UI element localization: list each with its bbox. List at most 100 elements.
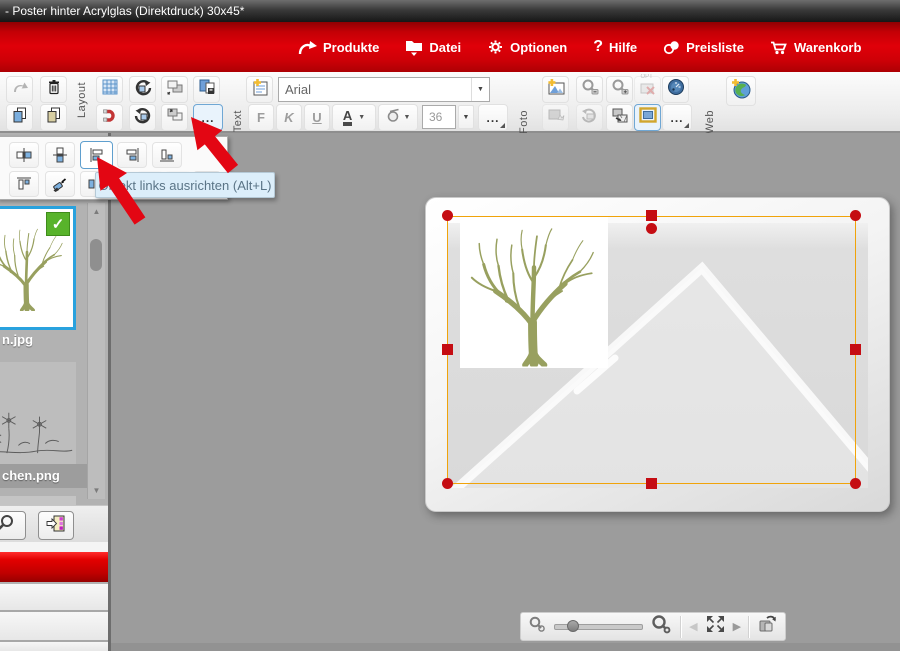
rotate-right-button[interactable] <box>129 104 156 131</box>
foto-more-button[interactable]: ... <box>662 104 692 131</box>
rotate-left-icon <box>134 78 152 101</box>
photo-frame-button[interactable] <box>634 104 661 131</box>
canvas-bottom-strip <box>111 643 900 651</box>
add-text-button[interactable] <box>246 76 273 103</box>
import-to-palette-button[interactable] <box>38 511 74 540</box>
sidebar-red-panel[interactable] <box>0 552 108 582</box>
fill-color-icon <box>386 108 401 128</box>
align-right-button[interactable] <box>117 142 147 168</box>
photo-gauge-button[interactable] <box>662 76 689 103</box>
selection-handle-s[interactable] <box>646 478 657 489</box>
selection-handle-w[interactable] <box>442 344 453 355</box>
chevron-down-icon[interactable]: ▼ <box>404 114 411 121</box>
selection-handle-ne[interactable] <box>850 210 861 221</box>
align-left-button[interactable] <box>80 141 113 169</box>
sidebar-panel-row <box>0 642 108 651</box>
photo-rotate-button[interactable] <box>576 104 603 131</box>
gear-icon <box>487 39 504 55</box>
scroll-up-icon[interactable]: ▲ <box>90 207 103 216</box>
add-photo-icon <box>546 78 566 101</box>
selection-handle-sw[interactable] <box>442 478 453 489</box>
rotation-handle[interactable] <box>646 223 657 234</box>
font-family-combo[interactable]: Arial ▼ <box>278 77 490 102</box>
file-name-1: n.jpg <box>2 332 33 347</box>
align-top-button[interactable] <box>9 171 39 197</box>
menu-label: Preisliste <box>686 40 744 55</box>
menu-produkte[interactable]: Produkte <box>298 40 379 55</box>
photo-zoom-in-button[interactable] <box>606 76 633 103</box>
image-search-button[interactable] <box>0 511 26 540</box>
coins-icon <box>663 39 680 55</box>
previous-page-icon[interactable]: ◀ <box>689 620 697 633</box>
sidebar-panel-row <box>0 612 108 642</box>
menu-warenkorb[interactable]: Warenkorb <box>770 39 861 55</box>
selection-handle-se[interactable] <box>850 478 861 489</box>
menu-preisliste[interactable]: Preisliste <box>663 39 744 55</box>
menu-hilfe[interactable]: ? Hilfe <box>593 38 637 56</box>
align-center-horizontal-button[interactable] <box>9 142 39 168</box>
zoom-slider[interactable] <box>554 624 643 630</box>
fill-color-button[interactable]: ▼ <box>378 104 418 131</box>
photo-effects-button[interactable] <box>542 104 569 131</box>
photo-swap-icon <box>611 107 629 129</box>
thumbnail-flowers-image[interactable] <box>0 362 76 464</box>
text-more-button[interactable]: ... <box>478 104 508 131</box>
scrollbar-thumb[interactable] <box>90 239 102 271</box>
add-text-icon <box>250 78 269 102</box>
sidebar-strip <box>0 542 108 552</box>
font-color-button[interactable]: A ▼ <box>332 104 376 131</box>
photo-swap-button[interactable] <box>606 104 633 131</box>
selection-handle-e[interactable] <box>850 344 861 355</box>
zoom-out-icon[interactable] <box>528 615 547 638</box>
chevron-down-icon[interactable]: ▼ <box>471 78 489 101</box>
magnet-button[interactable] <box>96 104 123 131</box>
selection-handle-nw[interactable] <box>442 210 453 221</box>
rotate-right-icon <box>134 106 152 129</box>
selection-handle-n[interactable] <box>646 210 657 221</box>
copy-icon <box>11 106 29 129</box>
web-upload-button[interactable] <box>726 76 756 106</box>
send-backward-button[interactable] <box>161 76 188 103</box>
sidebar-scrollbar[interactable]: ▲ ▼ <box>87 203 105 499</box>
copy-button[interactable] <box>6 104 33 131</box>
undo-button[interactable] <box>6 76 33 103</box>
bring-forward-button[interactable] <box>161 104 188 131</box>
rotate-view-icon[interactable] <box>757 614 778 639</box>
scroll-down-icon[interactable]: ▼ <box>90 486 103 495</box>
selection-rectangle <box>447 216 856 484</box>
next-page-icon[interactable]: ▶ <box>733 620 741 633</box>
font-size-field[interactable]: 36 <box>422 105 456 129</box>
menu-label: Optionen <box>510 40 567 55</box>
font-size-dropdown[interactable]: ▼ <box>458 105 474 129</box>
opt-remove-button[interactable]: OPT <box>634 76 661 103</box>
layout-more-button[interactable]: ... <box>193 104 223 131</box>
globe-icon <box>730 78 752 105</box>
menu-datei[interactable]: Datei <box>405 38 461 56</box>
undo-icon <box>11 79 29 100</box>
delete-button[interactable] <box>40 76 67 103</box>
zoom-in-icon[interactable] <box>650 614 673 640</box>
gauge-icon <box>667 78 685 101</box>
paste-button[interactable] <box>40 104 67 131</box>
italic-button[interactable]: K <box>276 104 302 131</box>
layout-group-label: Layout <box>76 82 88 118</box>
fit-to-screen-icon[interactable] <box>705 614 726 639</box>
underline-label: U <box>312 110 321 125</box>
opt-x-icon: OPT <box>639 78 657 101</box>
rotate-left-button[interactable] <box>129 76 156 103</box>
underline-button[interactable]: U <box>304 104 330 131</box>
photo-rotate-icon <box>581 107 599 128</box>
thumbnail-tree-image[interactable]: ✓ <box>0 206 76 330</box>
align-center-vertical-button[interactable] <box>45 142 75 168</box>
photo-zoom-out-button[interactable] <box>576 76 603 103</box>
format-painter-button[interactable] <box>45 171 75 197</box>
add-photo-button[interactable] <box>542 76 569 103</box>
zoom-slider-thumb[interactable] <box>567 620 579 632</box>
align-bottom-button[interactable] <box>152 142 182 168</box>
layers-button[interactable] <box>193 76 220 103</box>
grid-button[interactable] <box>96 76 123 103</box>
menu-optionen[interactable]: Optionen <box>487 39 567 55</box>
chevron-down-icon[interactable]: ▼ <box>358 114 365 121</box>
tooltip: Objekt links ausrichten (Alt+L) <box>95 172 275 198</box>
bold-button[interactable]: F <box>248 104 274 131</box>
